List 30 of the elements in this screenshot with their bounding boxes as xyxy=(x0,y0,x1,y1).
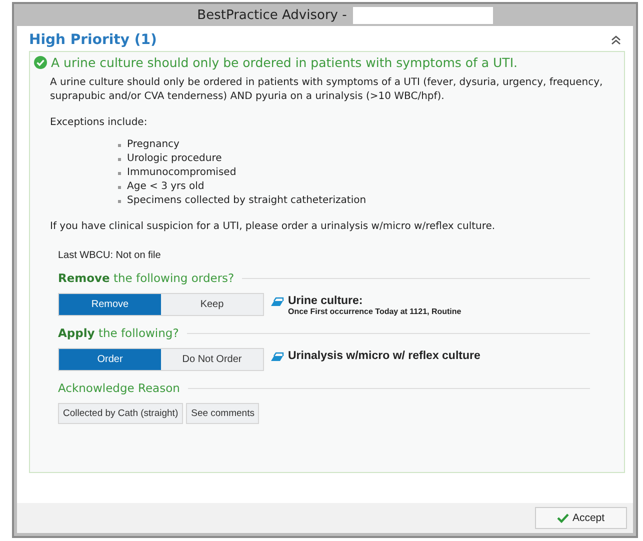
window-title: BestPractice Advisory - xyxy=(197,8,347,22)
exceptions-label: Exceptions include: xyxy=(50,116,148,130)
accept-button[interactable]: Accept xyxy=(535,507,627,529)
toggle-option[interactable]: Do Not Order xyxy=(161,349,263,370)
toggle-option[interactable]: Order xyxy=(59,349,161,370)
group-heading: Apply the following? xyxy=(58,326,179,340)
advisory-text: If you have clinical suspicion for a UTI, please order a urinalysis w/micro w/reflex culture. xyxy=(50,220,496,234)
order-icon xyxy=(270,297,284,307)
exception-item: Urologic procedure xyxy=(127,152,222,166)
reason-button[interactable]: Collected by Cath (straight) xyxy=(58,403,184,424)
group-heading: Remove the following orders? xyxy=(58,271,234,285)
exception-item: Age < 3 yrs old xyxy=(127,180,204,194)
order-name: Urine culture: xyxy=(288,295,364,307)
section-title: High Priority (1) xyxy=(29,32,157,48)
group-heading: Acknowledge Reason xyxy=(58,381,180,395)
toggle-option[interactable]: Remove xyxy=(59,294,161,315)
exception-item: Immunocompromised xyxy=(127,166,236,180)
last-result-text: Last WBCU: Not on file xyxy=(57,249,162,261)
exception-item: Pregnancy xyxy=(127,138,180,152)
collapse-icon[interactable] xyxy=(611,35,621,45)
advisory-text: A urine culture should only be ordered in patients with symptoms of a UTI (fever, dysuria, urgency, frequency, suprapubic and/or CVA tenderness) AND pyuria on a urinalysis (>10 WBC/hpf). xyxy=(50,76,604,104)
order-icon xyxy=(270,352,284,362)
order-detail: Once First occurrence Today at 1121, Routine xyxy=(288,307,462,316)
toggle-option[interactable]: Keep xyxy=(161,294,263,315)
checkmark-circle-icon xyxy=(34,56,47,69)
reason-button[interactable]: See comments xyxy=(186,403,260,424)
exception-item: Specimens collected by straight catheterization xyxy=(127,194,366,208)
order-name: Urinalysis w/micro w/ reflex culture xyxy=(288,350,480,362)
advisory-headline: A urine culture should only be ordered in patients with symptoms of a UTI. xyxy=(51,55,518,70)
checkmark-icon xyxy=(557,513,570,523)
